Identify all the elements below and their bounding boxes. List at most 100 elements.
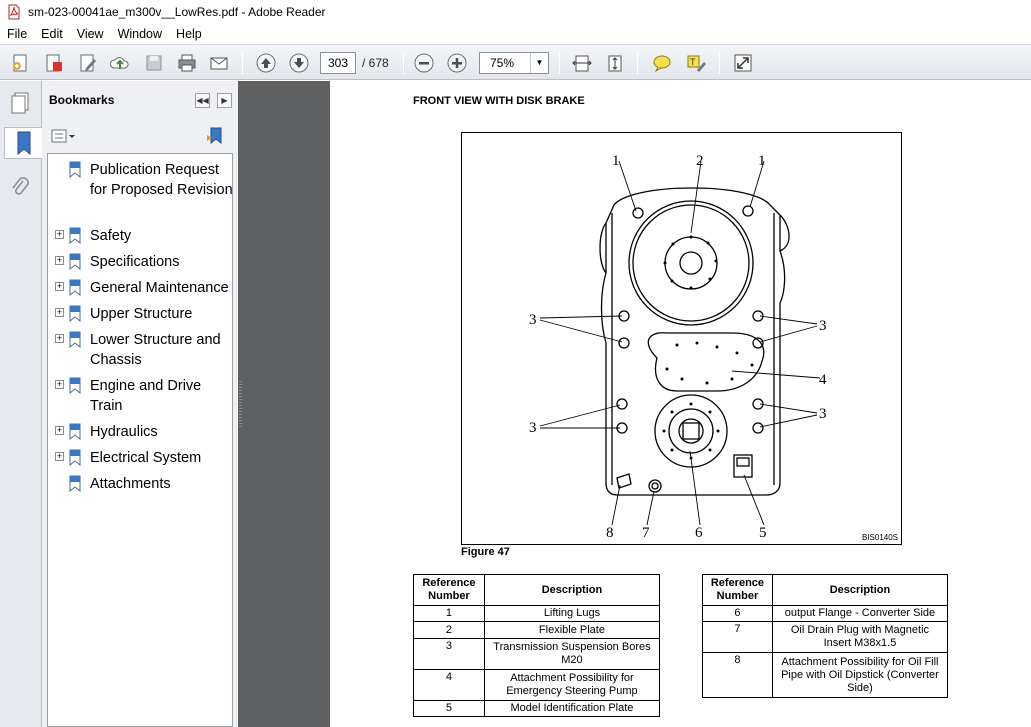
toolbar: 303 / 678 75% ▼ T: [0, 44, 1031, 80]
reference-number: 1: [413, 605, 485, 622]
bookmark-label: Electrical System: [90, 450, 202, 466]
bookmark-item-lower-structure[interactable]: + Lower Structure and Chassis: [48, 330, 234, 372]
bookmark-item-publication-request[interactable]: Publication Request for Proposed Revisio…: [48, 160, 234, 222]
description: Flexible Plate: [483, 621, 661, 639]
previous-page-button[interactable]: [254, 51, 278, 75]
bookmark-icon: [69, 227, 81, 244]
bookmark-label: Engine and Drive Train: [90, 378, 202, 414]
table-row: 1 Lifting Lugs: [413, 605, 661, 622]
bookmark-icon: [69, 423, 81, 440]
cloud-upload-icon: [110, 57, 129, 69]
expand-toggle[interactable]: +: [55, 230, 64, 239]
callout-5: 5: [759, 525, 767, 541]
panel-menu-button[interactable]: ▶: [217, 93, 232, 108]
collapse-panel-button[interactable]: ◀◀: [195, 93, 210, 108]
column-header-reference: Reference Number: [702, 574, 773, 606]
column-header-description: Description: [483, 574, 661, 606]
table-row: 3 Transmission Suspension Bores M20: [413, 638, 661, 670]
bookmarks-panel-button[interactable]: [4, 127, 42, 159]
expand-toggle[interactable]: +: [55, 308, 64, 317]
window-title: sm-023-00041ae_m300v__LowRes.pdf - Adobe…: [28, 5, 326, 19]
bookmark-options-button[interactable]: [50, 127, 78, 145]
bookmarks-tree: Publication Request for Proposed Revisio…: [47, 153, 233, 727]
description: Attachment Possibility for Emergency Ste…: [483, 669, 661, 701]
document-page: FRONT VIEW WITH DISK BRAKE 1 2 1 3 3 4 3…: [330, 81, 1031, 727]
fit-page-button[interactable]: [603, 51, 627, 75]
bookmark-icon: [69, 331, 81, 348]
menu-window[interactable]: Window: [111, 24, 169, 44]
bookmark-item-upper-structure[interactable]: + Upper Structure: [48, 304, 234, 326]
highlight-button[interactable]: T: [684, 51, 708, 75]
bookmark-icon: [69, 449, 81, 466]
pdf-export-icon: [46, 54, 62, 72]
reference-number: 4: [413, 669, 485, 701]
zoom-in-button[interactable]: [445, 51, 469, 75]
expand-bookmark-button[interactable]: [206, 126, 226, 146]
speech-bubble-icon: [653, 55, 671, 73]
bookmark-label: Lower Structure and Chassis: [90, 332, 221, 368]
callout-2: 2: [696, 153, 704, 169]
zoom-value: 75%: [490, 56, 515, 70]
reference-table-left: Reference Number Description 1 Lifting L…: [413, 574, 661, 717]
fit-width-button[interactable]: [570, 51, 594, 75]
page-number-input[interactable]: 303: [320, 52, 356, 74]
edit-pdf-button[interactable]: [76, 51, 100, 75]
expand-toggle[interactable]: +: [55, 380, 64, 389]
bookmark-item-hydraulics[interactable]: + Hydraulics: [48, 422, 234, 444]
bookmark-item-general-maintenance[interactable]: + General Maintenance: [48, 278, 234, 300]
bookmark-label: Specifications: [90, 254, 180, 270]
save-button[interactable]: [142, 51, 166, 75]
comment-button[interactable]: [650, 51, 674, 75]
expand-toggle[interactable]: +: [55, 256, 64, 265]
pdf-file-icon: [8, 4, 20, 20]
column-header-reference: Reference Number: [413, 574, 485, 606]
menu-file[interactable]: File: [0, 24, 34, 44]
bookmark-icon: [69, 279, 81, 296]
bookmarks-toolbar: [42, 121, 238, 151]
expand-toggle[interactable]: +: [55, 452, 64, 461]
panel-resize-handle[interactable]: [239, 381, 242, 429]
attachments-panel-button[interactable]: [4, 171, 36, 203]
reference-number: 8: [702, 652, 773, 698]
zoom-select[interactable]: 75% ▼: [479, 52, 549, 74]
create-pdf-button[interactable]: [8, 51, 32, 75]
toolbar-separator: [403, 52, 404, 74]
bookmark-label: Upper Structure: [90, 306, 193, 322]
bookmark-item-specifications[interactable]: + Specifications: [48, 252, 234, 274]
bookmark-item-attachments[interactable]: Attachments: [48, 474, 234, 496]
expand-toggle[interactable]: +: [55, 334, 64, 343]
expand-toggle[interactable]: +: [55, 282, 64, 291]
table-header-row: Reference Number Description: [413, 574, 661, 606]
description: Transmission Suspension Bores M20: [483, 638, 661, 670]
bookmark-item-engine-drive-train[interactable]: + Engine and Drive Train: [48, 376, 234, 418]
arrow-down-circle-icon: [289, 53, 309, 73]
callout-8: 8: [606, 525, 614, 541]
menu-help[interactable]: Help: [169, 24, 209, 44]
page-thumbnails-button[interactable]: [4, 87, 36, 119]
chevron-down-icon[interactable]: ▼: [530, 53, 548, 73]
page-thumbnails-icon: [11, 92, 29, 114]
email-button[interactable]: [207, 51, 231, 75]
reference-number: 2: [413, 621, 485, 639]
reference-table-right: Reference Number Description 6 output Fl…: [702, 574, 949, 698]
reference-number: 5: [413, 700, 485, 717]
callout-3-lower-left: 3: [529, 420, 537, 436]
full-screen-button[interactable]: [731, 51, 755, 75]
next-page-button[interactable]: [287, 51, 311, 75]
menu-view[interactable]: View: [70, 24, 111, 44]
fit-page-icon: [608, 55, 622, 72]
bookmark-item-safety[interactable]: + Safety: [48, 226, 234, 248]
zoom-out-button[interactable]: [412, 51, 436, 75]
envelope-icon: [210, 57, 228, 70]
table-row: 6 output Flange - Converter Side: [702, 605, 949, 622]
expand-toggle[interactable]: +: [55, 426, 64, 435]
bookmark-item-electrical-system[interactable]: + Electrical System: [48, 448, 234, 470]
callout-1-left: 1: [612, 153, 620, 169]
print-button[interactable]: [175, 51, 199, 75]
table-row: 2 Flexible Plate: [413, 621, 661, 639]
export-pdf-button[interactable]: [42, 51, 66, 75]
cloud-upload-button[interactable]: [108, 51, 132, 75]
title-bar: sm-023-00041ae_m300v__LowRes.pdf - Adobe…: [0, 0, 1031, 24]
menu-edit[interactable]: Edit: [34, 24, 70, 44]
double-chevron-left-icon: ◀◀: [196, 96, 209, 105]
